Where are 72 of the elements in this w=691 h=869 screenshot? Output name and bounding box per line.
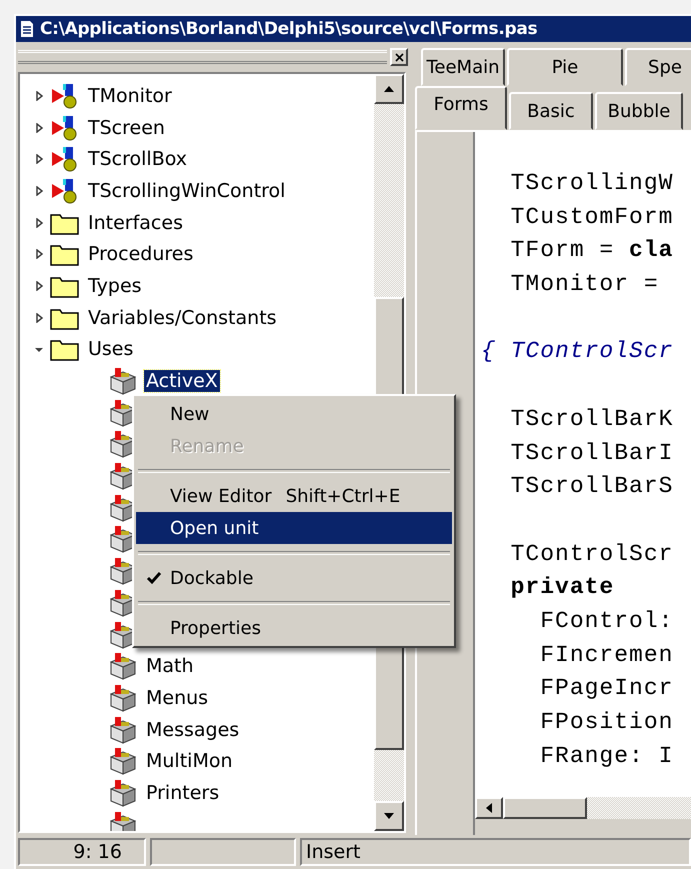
- collapsed-arrow-icon[interactable]: [34, 312, 44, 323]
- panel-grabber[interactable]: [18, 50, 387, 64]
- collapsed-arrow-icon[interactable]: [34, 186, 44, 196]
- window-title: C:\Applications\Borland\Delphi5\source\vcl\Forms.pas: [40, 19, 538, 39]
- code-line: TScrollBarK: [510, 406, 674, 432]
- collapsed-arrow-icon[interactable]: [34, 218, 44, 228]
- code-line: private: [510, 574, 614, 600]
- unit-icon: [108, 367, 138, 396]
- scroll-left-button[interactable]: [475, 797, 503, 819]
- tree-item[interactable]: TMonitor: [86, 84, 174, 107]
- code-editor[interactable]: TScrollingW TCustomForm TForm = cla TMonitor = { TControlScr TScrollBarK TScrollBarI TScrollBarS TControlScr private FControl: FIncremen FPageIncr FPosition FRange: I: [475, 132, 691, 797]
- tree-item[interactable]: TScrollBox: [86, 148, 190, 170]
- tab[interactable]: Pie: [507, 48, 623, 86]
- code-line: TMonitor =: [510, 271, 659, 298]
- close-button[interactable]: [390, 48, 408, 66]
- collapsed-arrow-icon[interactable]: [34, 280, 44, 291]
- code-line: FPageIncr: [539, 675, 674, 702]
- tree-item[interactable]: Math: [144, 655, 196, 678]
- tab[interactable]: Spe: [625, 48, 691, 86]
- up-arrow-icon: [383, 84, 395, 94]
- tree-item[interactable]: Types: [86, 274, 144, 297]
- tree-item[interactable]: Interfaces: [86, 212, 185, 234]
- tab[interactable]: Bubble: [595, 92, 683, 130]
- tree-item[interactable]: ActiveX: [144, 370, 220, 392]
- collapsed-arrow-icon[interactable]: [34, 154, 44, 164]
- menu-item[interactable]: Open unit: [136, 512, 452, 544]
- scroll-down-button[interactable]: [374, 801, 404, 831]
- menu-item[interactable]: New: [136, 398, 452, 430]
- tab[interactable]: Basic: [509, 92, 593, 130]
- unit-icon: [108, 747, 138, 776]
- code-line: TScrollBarI: [510, 440, 674, 466]
- code-line: FControl:: [539, 608, 674, 634]
- collapsed-arrow-icon[interactable]: [34, 249, 44, 260]
- tree-item[interactable]: Printers: [144, 782, 222, 804]
- code-line: TForm = cla: [510, 237, 674, 264]
- down-arrow-icon: [383, 811, 395, 821]
- left-arrow-icon: [485, 802, 493, 814]
- scroll-thumb[interactable]: [503, 797, 587, 819]
- code-line: FPosition: [539, 709, 674, 735]
- menu-item[interactable]: Properties: [136, 612, 452, 644]
- tree-item[interactable]: Procedures: [86, 243, 196, 266]
- tree-item[interactable]: Messages: [144, 718, 242, 741]
- unit-icon: [108, 716, 138, 744]
- tree-item[interactable]: Menus: [144, 686, 210, 709]
- collapsed-arrow-icon[interactable]: [34, 90, 44, 101]
- code-comment: { TControlScr: [481, 338, 674, 364]
- unit-icon: [108, 778, 138, 807]
- tree-item[interactable]: MultiMon: [144, 750, 235, 772]
- tree-item[interactable]: TScreen: [86, 116, 167, 139]
- edit-mode: Insert: [300, 838, 691, 866]
- tree-item[interactable]: TScrollingWinControl: [86, 180, 288, 202]
- cursor-position: 9: 16: [18, 838, 146, 866]
- menu-item[interactable]: Dockable: [136, 562, 452, 594]
- scroll-up-button[interactable]: [374, 74, 404, 104]
- code-line: TScrollBarS: [510, 473, 674, 500]
- code-line: TCustomForm: [510, 204, 674, 230]
- code-line: FIncremen: [539, 642, 674, 668]
- collapsed-arrow-icon[interactable]: [34, 122, 44, 133]
- tab[interactable]: Forms: [415, 86, 507, 130]
- tree-item[interactable]: Variables/Constants: [86, 306, 279, 329]
- unit-icon: [108, 652, 138, 680]
- unit-icon: [108, 810, 138, 831]
- check-icon: [146, 571, 162, 585]
- tree-item[interactable]: Uses: [86, 338, 136, 360]
- code-line: TScrollingW: [510, 170, 674, 196]
- code-line: TControlScr: [510, 540, 674, 567]
- tab[interactable]: TeeMain: [421, 48, 505, 86]
- close-icon: [394, 52, 404, 62]
- code-line: FRange: I: [539, 742, 674, 769]
- menu-item[interactable]: View Editor Shift+Ctrl+E: [136, 480, 452, 512]
- unit-icon: [108, 684, 138, 712]
- document-icon: [20, 20, 34, 38]
